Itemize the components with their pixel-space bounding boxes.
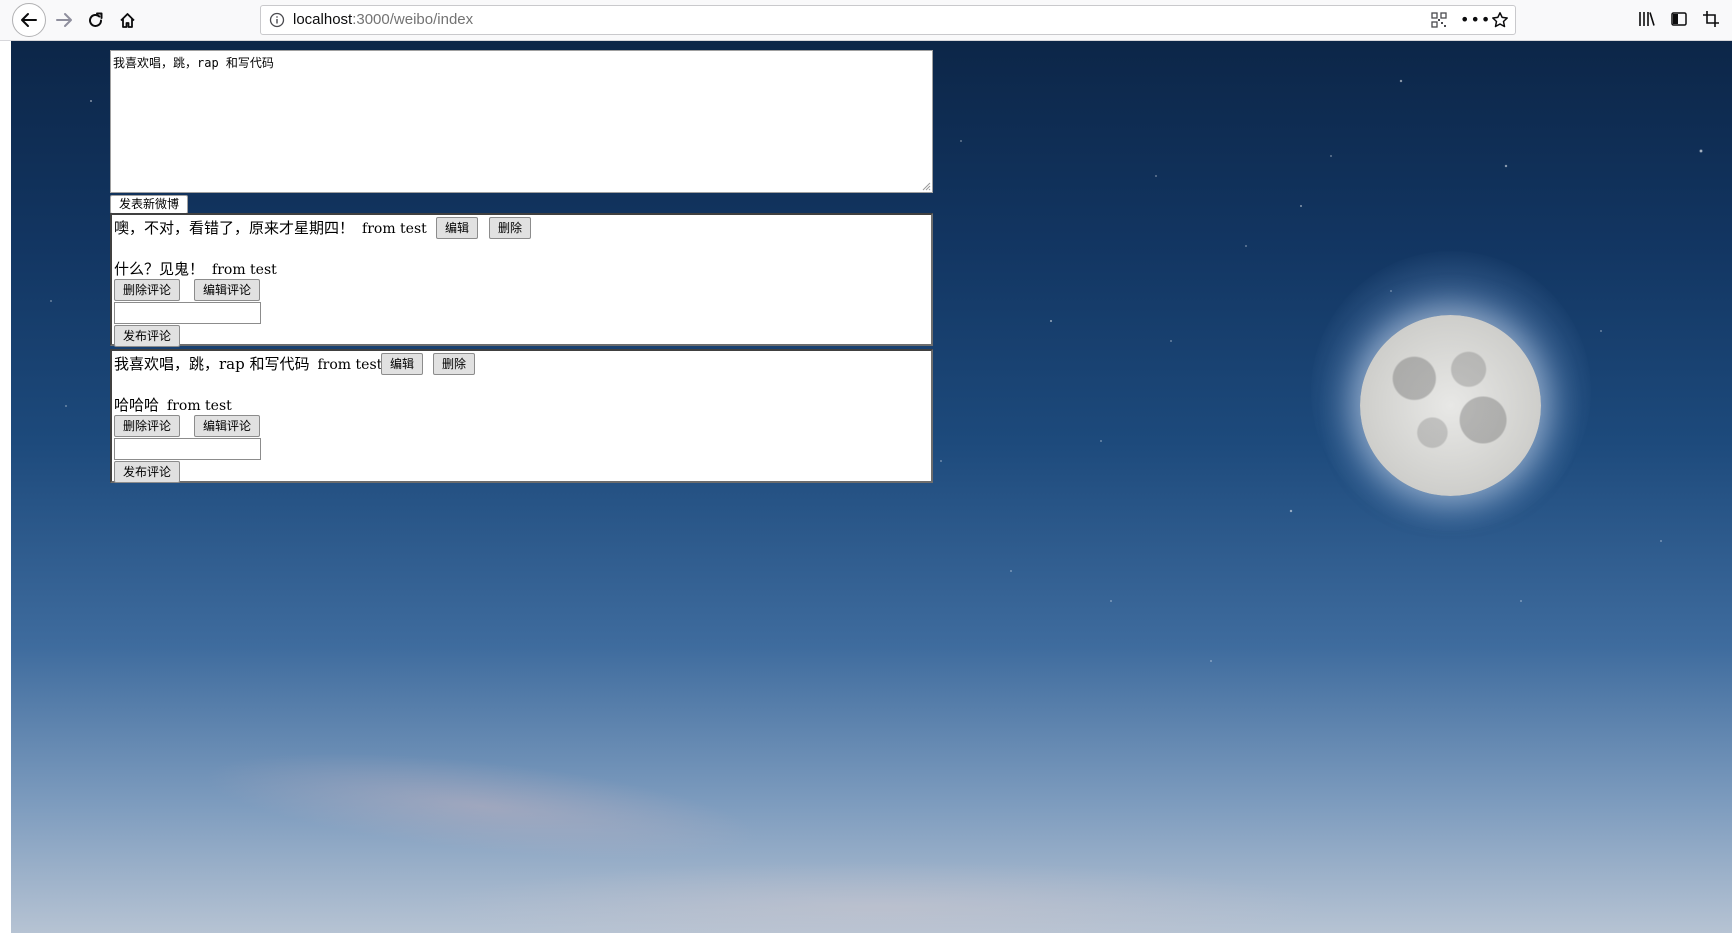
- weibo-content-line: 我喜欢唱，跳，rap 和写代码 from test: [114, 353, 382, 374]
- edit-weibo-button[interactable]: 编辑: [436, 217, 479, 239]
- edit-weibo-button[interactable]: 编辑: [381, 353, 424, 375]
- browser-toolbar: localhost:3000/weibo/index •••: [0, 0, 1732, 41]
- url-path: :3000/weibo/index: [352, 11, 474, 28]
- sidebar-icon[interactable]: [1670, 10, 1688, 32]
- weibo-content: 我喜欢唱，跳，rap 和写代码: [114, 355, 310, 373]
- publish-comment-button[interactable]: 发布评论: [114, 461, 181, 483]
- delete-comment-button[interactable]: 删除评论: [114, 279, 181, 301]
- comment-input[interactable]: [114, 302, 261, 324]
- back-icon: [21, 13, 37, 27]
- bookmark-star-icon[interactable]: [1491, 11, 1509, 33]
- delete-weibo-button[interactable]: 删除: [433, 353, 476, 375]
- comment-author: from test: [167, 398, 232, 414]
- post-new-weibo-button[interactable]: 发表新微博: [110, 195, 189, 214]
- cloud: [431, 861, 1331, 933]
- address-bar[interactable]: localhost:3000/weibo/index •••: [260, 5, 1516, 35]
- edit-comment-button[interactable]: 编辑评论: [194, 279, 261, 301]
- weibo-author: from test: [362, 221, 427, 237]
- window-left-edge: [0, 0, 11, 933]
- comment-content: 什么？见鬼！: [114, 260, 205, 278]
- publish-comment-button[interactable]: 发布评论: [114, 325, 181, 347]
- weibo-card: 我喜欢唱，跳，rap 和写代码 from test 编辑 删除 哈哈哈 from t…: [110, 349, 933, 483]
- edit-comment-button[interactable]: 编辑评论: [194, 415, 261, 437]
- weibo-content-line: 噢，不对，看错了，原来才星期四！ from test: [114, 217, 427, 238]
- weibo-content: 噢，不对，看错了，原来才星期四！: [114, 219, 355, 237]
- comment-input[interactable]: [114, 438, 261, 460]
- comment-line: 什么？见鬼！ from test: [114, 258, 277, 279]
- forward-icon: [56, 13, 72, 27]
- comment-line: 哈哈哈 from test: [114, 394, 232, 415]
- resize-grip-icon[interactable]: [921, 181, 931, 191]
- comment-author: from test: [212, 262, 277, 278]
- url-text[interactable]: localhost:3000/weibo/index: [293, 11, 473, 28]
- comment-content: 哈哈哈: [114, 396, 160, 414]
- reload-button[interactable]: [79, 4, 111, 36]
- info-icon[interactable]: [269, 12, 285, 32]
- delete-weibo-button[interactable]: 删除: [489, 217, 532, 239]
- new-weibo-textarea[interactable]: 我喜欢唱，跳，rap 和写代码: [110, 50, 933, 193]
- forward-button[interactable]: [48, 4, 80, 36]
- screenshot-icon[interactable]: [1702, 10, 1720, 32]
- more-icon[interactable]: •••: [1460, 10, 1491, 29]
- weibo-card: 噢，不对，看错了，原来才星期四！ from test 编辑 删除 什么？见鬼！ fr…: [110, 213, 933, 347]
- qr-code-icon[interactable]: [1431, 12, 1447, 32]
- home-icon: [119, 12, 135, 28]
- weibo-author: from test: [317, 357, 383, 373]
- home-button[interactable]: [111, 4, 143, 36]
- moon: [1360, 315, 1541, 496]
- back-button[interactable]: [12, 3, 46, 37]
- url-host: localhost: [293, 11, 353, 28]
- library-icon[interactable]: [1638, 10, 1656, 32]
- reload-icon: [88, 12, 102, 27]
- delete-comment-button[interactable]: 删除评论: [114, 415, 181, 437]
